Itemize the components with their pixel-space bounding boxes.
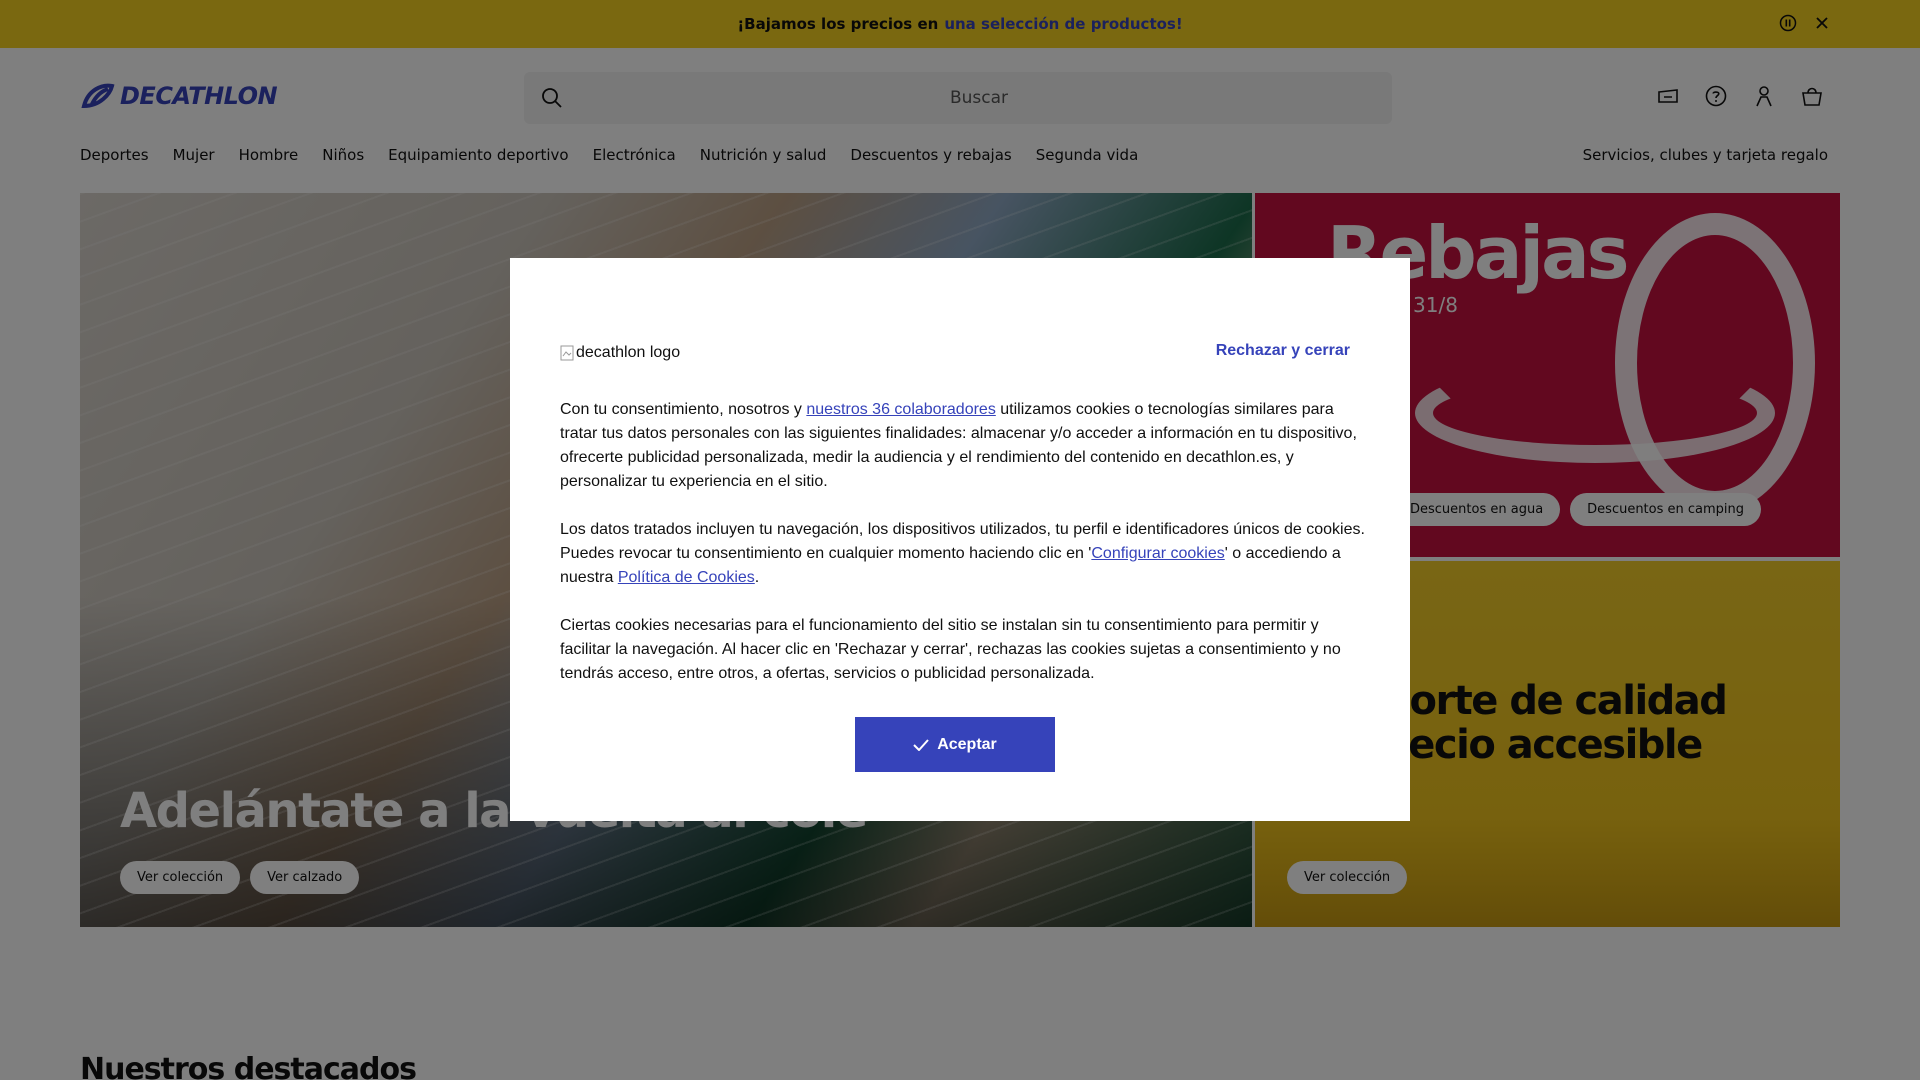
consent-text: .: [754, 569, 760, 586]
check-icon: [913, 738, 929, 751]
modal-body: Con tu consentimiento, nosotros y nuestr…: [560, 398, 1370, 710]
consent-text: Con tu consentimiento, nosotros y: [560, 401, 807, 418]
politica-cookies-link[interactable]: Política de Cookies: [618, 569, 755, 586]
consent-paragraph-1: Con tu consentimiento, nosotros y nuestr…: [560, 398, 1370, 494]
consent-paragraph-3: Ciertas cookies necesarias para el funci…: [560, 617, 1341, 682]
modal-logo: decathlon logo: [560, 344, 680, 362]
cookie-consent-modal: decathlon logo Rechazar y cerrar Con tu …: [510, 258, 1410, 821]
consent-paragraph-2: Los datos tratados incluyen tu navegació…: [560, 518, 1370, 590]
accept-label: Aceptar: [937, 735, 997, 753]
configurar-cookies-link[interactable]: Configurar cookies: [1091, 545, 1224, 562]
colaboradores-link[interactable]: nuestros 36 colaboradores: [806, 401, 995, 418]
modal-logo-alt: decathlon logo: [576, 344, 681, 361]
reject-close-button[interactable]: Rechazar y cerrar: [1216, 342, 1350, 360]
broken-image-icon: [560, 345, 574, 361]
accept-button[interactable]: Aceptar: [855, 717, 1055, 772]
